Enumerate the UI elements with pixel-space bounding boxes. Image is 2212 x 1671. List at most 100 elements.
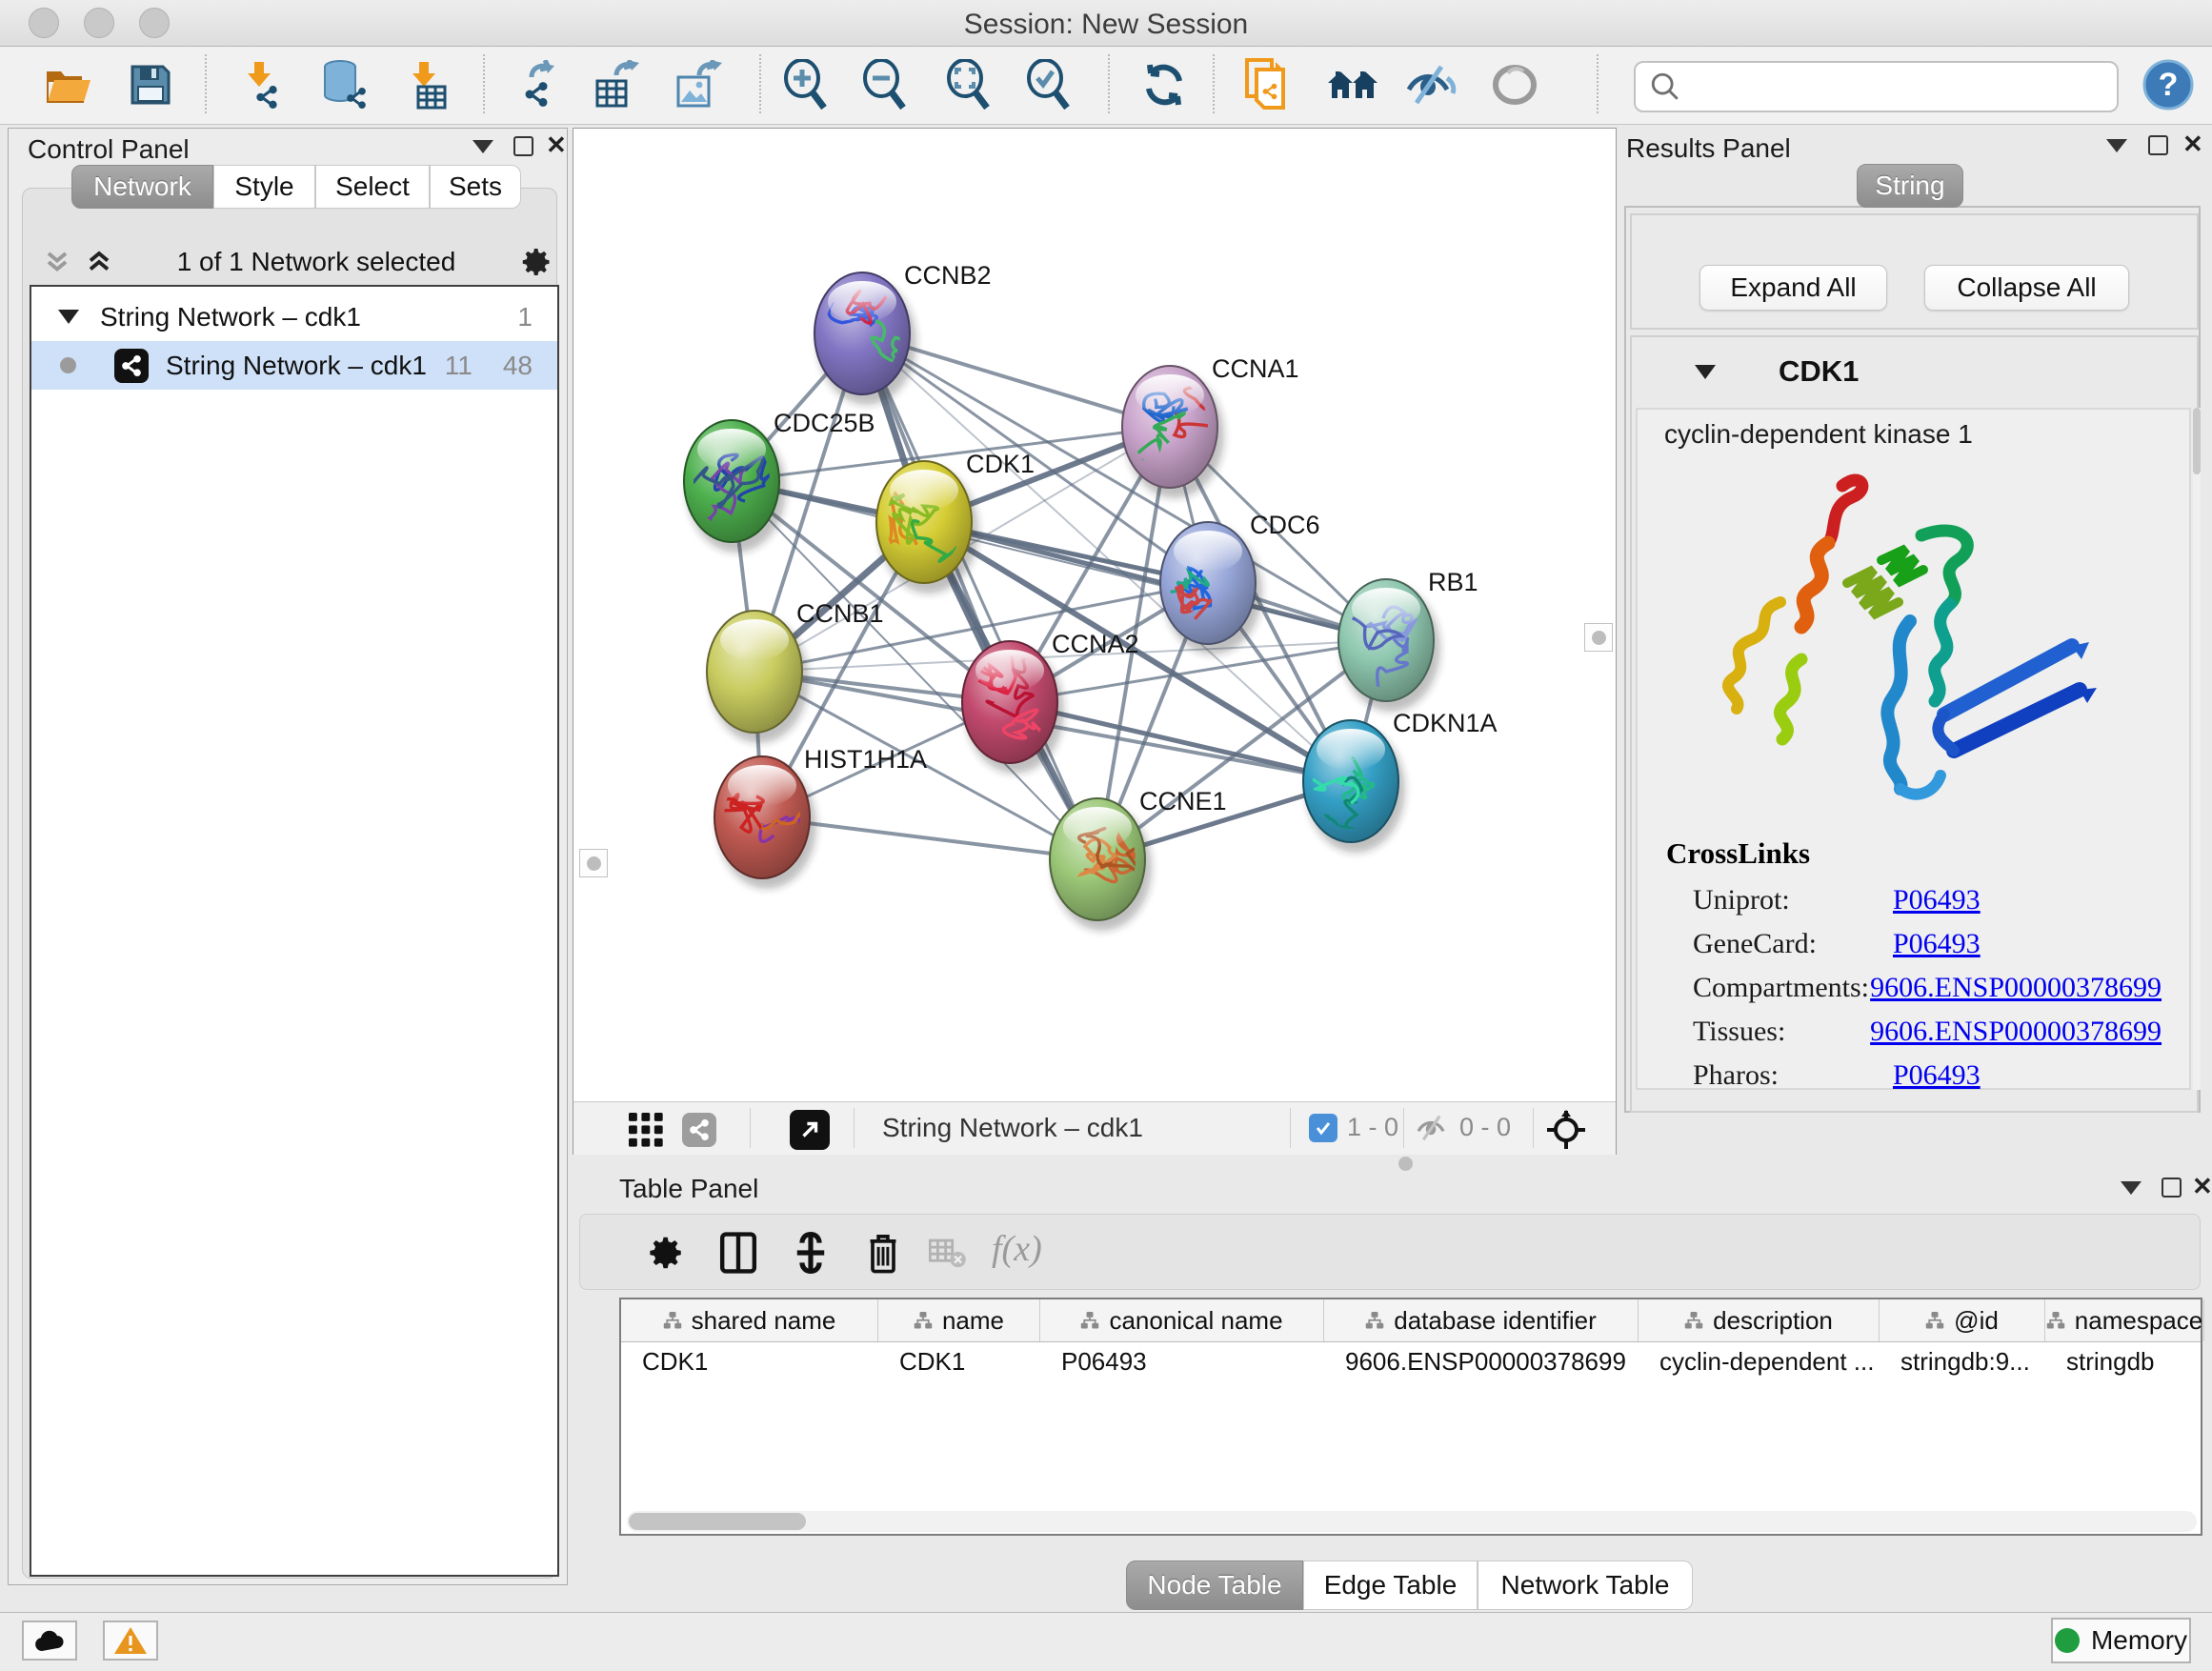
selected-checkbox-icon[interactable]	[1309, 1114, 1337, 1142]
column-header-name[interactable]: name	[878, 1299, 1040, 1341]
refresh-layout-button[interactable]	[1137, 54, 1191, 115]
results-panel-close-icon[interactable]: ✕	[2182, 131, 2203, 157]
show-columns-icon[interactable]	[712, 1222, 765, 1283]
search-input[interactable]	[1691, 71, 2117, 103]
results-panel-float-icon[interactable]	[2148, 135, 2168, 160]
zoom-out-button[interactable]	[857, 54, 911, 115]
hidden-eye-icon[interactable]	[1416, 1114, 1450, 1142]
tab-edge-table[interactable]: Edge Table	[1303, 1560, 1478, 1610]
memory-button[interactable]: Memory	[2051, 1618, 2191, 1663]
table-panel-float-icon[interactable]	[2162, 1178, 2182, 1202]
node-table-grid[interactable]: shared namenamecanonical namedatabase id…	[619, 1298, 2202, 1536]
hide-selected-button[interactable]	[1404, 54, 1458, 115]
import-table-file-button[interactable]	[399, 54, 452, 115]
network-node-CCNE1[interactable]	[1050, 798, 1157, 931]
cloud-status-button[interactable]	[22, 1621, 77, 1661]
import-network-database-button[interactable]	[318, 54, 372, 115]
table-cell[interactable]: cyclin-dependent ...	[1639, 1342, 1880, 1380]
network-row[interactable]: String Network – cdk1 11 48	[31, 341, 557, 390]
function-builder-icon[interactable]: f(x)	[992, 1228, 1042, 1270]
network-edge[interactable]	[862, 333, 1097, 859]
results-scrollbar-thumb[interactable]	[2193, 408, 2201, 474]
network-graph[interactable]: CCNB2CCNA1CDC25BCDK1CDC6RB1CCNB1CCNA2CDK…	[573, 129, 1616, 1101]
table-cell[interactable]: CDK1	[621, 1342, 878, 1380]
tab-network-table[interactable]: Network Table	[1478, 1560, 1693, 1610]
table-cell[interactable]: stringdb	[2045, 1342, 2204, 1380]
tab-style[interactable]: Style	[213, 165, 315, 209]
column-header-shared-name[interactable]: shared name	[621, 1299, 878, 1341]
expand-all-button[interactable]: Expand All	[1699, 265, 1887, 311]
right-splitter-handle[interactable]	[1584, 623, 1613, 652]
gene-section-header[interactable]: CDK1	[1632, 337, 2197, 406]
zoom-selected-button[interactable]	[1021, 54, 1075, 115]
table-horizontal-scrollbar[interactable]	[627, 1511, 2197, 1532]
clone-network-button[interactable]	[1240, 54, 1294, 115]
table-scrollbar-thumb[interactable]	[629, 1513, 806, 1530]
column-header-canonical-name[interactable]: canonical name	[1040, 1299, 1324, 1341]
column-header--id[interactable]: @id	[1880, 1299, 2045, 1341]
table-panel-close-icon[interactable]: ✕	[2192, 1174, 2212, 1199]
collection-expand-icon[interactable]	[58, 310, 79, 324]
export-network-button[interactable]	[511, 54, 564, 115]
control-panel-collapse-icon[interactable]	[473, 140, 493, 158]
protein-structure-image	[1695, 469, 2114, 821]
table-cell[interactable]: CDK1	[878, 1342, 1040, 1380]
column-header-description[interactable]: description	[1639, 1299, 1880, 1341]
zoom-fit-button[interactable]	[941, 54, 995, 115]
save-session-button[interactable]	[124, 54, 177, 115]
table-cell[interactable]: 9606.ENSP00000378699	[1324, 1342, 1639, 1380]
control-panel-close-icon[interactable]: ✕	[546, 132, 567, 158]
control-panel-float-icon[interactable]	[513, 136, 533, 161]
results-panel-collapse-icon[interactable]	[2106, 139, 2127, 157]
create-column-icon[interactable]	[784, 1222, 837, 1283]
network-options-gear-icon[interactable]	[519, 245, 553, 279]
birdseye-navigator-icon[interactable]	[1539, 1099, 1593, 1160]
first-neighbors-button[interactable]	[1326, 54, 1379, 115]
warning-status-button[interactable]	[103, 1621, 158, 1661]
help-button[interactable]: ?	[2142, 54, 2195, 115]
grid-view-icon[interactable]	[621, 1099, 671, 1160]
tab-network[interactable]: Network	[71, 165, 213, 209]
results-scrollbar[interactable]	[2193, 408, 2201, 1090]
detach-view-icon[interactable]	[785, 1099, 835, 1160]
column-header-database-identifier[interactable]: database identifier	[1324, 1299, 1639, 1341]
table-row[interactable]: CDK1CDK1P064939606.ENSP00000378699cyclin…	[621, 1342, 2201, 1380]
network-collection-row[interactable]: String Network – cdk1 1	[31, 292, 557, 341]
open-session-button[interactable]	[42, 54, 95, 115]
crosslink-link[interactable]: 9606.ENSP00000378699	[1870, 966, 2162, 1010]
horizontal-splitter-handle[interactable]	[1398, 1157, 1413, 1171]
collapse-all-icon[interactable]	[43, 248, 71, 276]
crosslink-link[interactable]: P06493	[1893, 922, 1981, 966]
export-image-button[interactable]	[671, 54, 724, 115]
network-node-CCNB2[interactable]	[814, 272, 930, 405]
table-cell[interactable]: stringdb:9...	[1880, 1342, 2045, 1380]
tab-node-table[interactable]: Node Table	[1126, 1560, 1303, 1610]
column-header-namespace[interactable]: namespace	[2045, 1299, 2204, 1341]
gene-collapse-icon[interactable]	[1695, 365, 1716, 379]
tab-string[interactable]: String	[1857, 164, 1963, 208]
import-network-file-button[interactable]	[234, 54, 288, 115]
crosslink-link[interactable]: 9606.ENSP00000378699	[1870, 1010, 2162, 1054]
network-node-HIST1H1A[interactable]	[714, 756, 855, 889]
network-node-CCNB1[interactable]	[707, 611, 809, 743]
tab-select[interactable]: Select	[315, 165, 430, 209]
network-node-CDK1[interactable]	[876, 461, 1001, 594]
crosslink-link[interactable]: P06493	[1893, 878, 1981, 922]
collapse-all-button[interactable]: Collapse All	[1924, 265, 2129, 311]
delete-column-trash-icon[interactable]	[856, 1222, 910, 1283]
expand-all-icon[interactable]	[85, 248, 113, 276]
network-node-CDKN1A[interactable]	[1276, 720, 1405, 853]
export-table-button[interactable]	[590, 54, 643, 115]
table-settings-gear-icon[interactable]	[639, 1222, 693, 1283]
crosslink-link[interactable]: P06493	[1893, 1054, 1981, 1097]
delete-table-icon[interactable]	[921, 1222, 975, 1283]
table-cell[interactable]: P06493	[1040, 1342, 1324, 1380]
table-header-row: shared namenamecanonical namedatabase id…	[621, 1299, 2201, 1342]
table-panel-collapse-icon[interactable]	[2121, 1181, 2142, 1199]
network-node-CCNA1[interactable]	[1113, 366, 1237, 498]
zoom-in-button[interactable]	[778, 54, 832, 115]
search-box[interactable]	[1634, 61, 2119, 112]
tab-sets[interactable]: Sets	[430, 165, 521, 209]
left-splitter-handle[interactable]	[579, 849, 608, 877]
show-all-button[interactable]	[1488, 54, 1541, 115]
